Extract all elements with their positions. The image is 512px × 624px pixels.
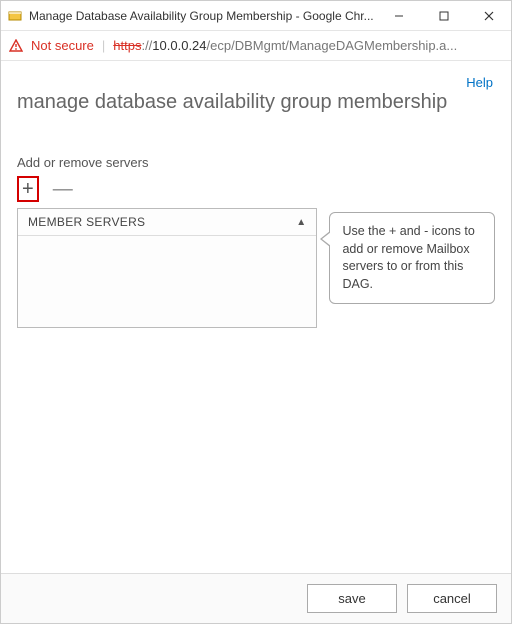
page-content: Help manage database availability group … — [1, 61, 511, 573]
dialog-footer: save cancel — [1, 573, 511, 623]
sort-asc-icon: ▲ — [296, 217, 306, 228]
section-label: Add or remove servers — [17, 155, 495, 170]
minus-icon: — — [53, 178, 73, 200]
window-controls — [376, 1, 511, 31]
add-server-button[interactable]: + — [17, 176, 39, 202]
url-host: 10.0.0.24 — [152, 38, 206, 53]
window-title: Manage Database Availability Group Membe… — [29, 9, 376, 23]
help-link[interactable]: Help — [466, 75, 493, 90]
address-bar[interactable]: Not secure | https://10.0.0.24/ecp/DBMgm… — [1, 31, 511, 61]
server-toolbar: + — — [17, 176, 495, 202]
url-path: /ecp/DBMgmt/ManageDAGMembership.a... — [207, 38, 458, 53]
maximize-button[interactable] — [421, 1, 466, 31]
not-secure-label: Not secure — [31, 38, 94, 53]
help-callout: Use the + and - icons to add or remove M… — [329, 212, 495, 304]
grid-header-label: MEMBER SERVERS — [28, 215, 145, 229]
grid-header[interactable]: MEMBER SERVERS ▲ — [18, 209, 316, 236]
grid-and-callout: MEMBER SERVERS ▲ Use the + and - icons t… — [17, 208, 495, 328]
url-text: https://10.0.0.24/ecp/DBMgmt/ManageDAGMe… — [113, 38, 457, 53]
not-secure-icon — [9, 39, 23, 53]
browser-window: Manage Database Availability Group Membe… — [0, 0, 512, 624]
url-sep: :// — [141, 38, 152, 53]
plus-icon: + — [22, 179, 34, 199]
url-scheme: https — [113, 38, 141, 53]
addr-separator: | — [102, 38, 105, 53]
minimize-button[interactable] — [376, 1, 421, 31]
cancel-button[interactable]: cancel — [407, 584, 497, 613]
titlebar: Manage Database Availability Group Membe… — [1, 1, 511, 31]
save-button[interactable]: save — [307, 584, 397, 613]
member-servers-grid[interactable]: MEMBER SERVERS ▲ — [17, 208, 317, 328]
favicon-icon — [7, 8, 23, 24]
callout-text: Use the + and - icons to add or remove M… — [342, 224, 474, 291]
page-title: manage database availability group membe… — [17, 89, 495, 115]
close-button[interactable] — [466, 1, 511, 31]
remove-server-button[interactable]: — — [49, 179, 77, 199]
